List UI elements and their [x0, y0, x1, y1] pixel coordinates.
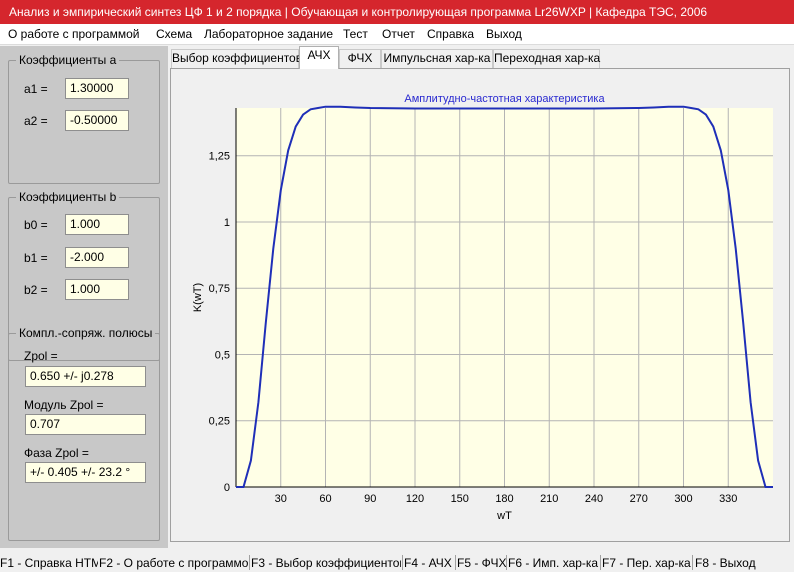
- a1-field[interactable]: 1.30000: [65, 78, 129, 99]
- y-tick-label: 0,75: [209, 283, 230, 295]
- tab-impulse[interactable]: Импульсная хар-ка: [381, 49, 493, 68]
- a2-field[interactable]: -0.50000: [65, 110, 129, 131]
- y-tick-label: 1: [224, 217, 230, 229]
- afc-chart: 30 60 90 120 150 180 210 240 270 300 330 0 0,25 0,5 0,…: [192, 93, 773, 522]
- status-separator: [249, 555, 250, 570]
- chart-title: Амплитудно-частотная характеристика: [404, 93, 605, 105]
- status-separator: [455, 555, 456, 570]
- b1-field[interactable]: -2.000: [65, 247, 129, 268]
- x-tick-label: 60: [319, 493, 331, 505]
- window-title: Анализ и эмпирический синтез ЦФ 1 и 2 по…: [0, 0, 794, 24]
- x-tick-label: 30: [275, 493, 287, 505]
- status-f7-step[interactable]: F7 - Пер. хар-ка: [602, 556, 692, 570]
- status-f4-afc[interactable]: F4 - АЧХ: [404, 556, 454, 570]
- tab-coefficients[interactable]: Выбор коэффициентов: [171, 49, 302, 68]
- menu-lab-task[interactable]: Лабораторное задание: [204, 27, 333, 41]
- left-panel: Коэффициенты a a1 = 1.30000 a2 = -0.5000…: [0, 46, 168, 548]
- menu-report[interactable]: Отчет: [382, 27, 415, 41]
- x-tick-label: 120: [406, 493, 424, 505]
- menu-test[interactable]: Тест: [343, 27, 368, 41]
- chart-panel: 30 60 90 120 150 180 210 240 270 300 330 0 0,25 0,5 0,…: [170, 68, 790, 542]
- b0-field[interactable]: 1.000: [65, 214, 129, 235]
- y-tick-label: 0: [224, 482, 230, 494]
- x-tick-label: 330: [719, 493, 737, 505]
- x-tick-label: 240: [585, 493, 603, 505]
- modul-field[interactable]: 0.707: [25, 414, 146, 435]
- x-axis-label: wT: [496, 510, 512, 522]
- menu-help[interactable]: Справка: [427, 27, 474, 41]
- b2-label: b2 =: [24, 283, 48, 297]
- menu-bar: О работе с программой Схема Лабораторное…: [0, 24, 794, 45]
- b1-label: b1 =: [24, 251, 48, 265]
- status-f2-about[interactable]: F2 - О работе с программой: [99, 556, 250, 570]
- tab-step[interactable]: Переходная хар-ка: [493, 49, 600, 68]
- poles-title: Компл.-сопряж. полюсы: [16, 326, 156, 340]
- status-f6-impulse[interactable]: F6 - Имп. хар-ка: [508, 556, 600, 570]
- b2-field[interactable]: 1.000: [65, 279, 129, 300]
- x-tick-label: 150: [451, 493, 469, 505]
- phase-label: Фаза Zpol =: [24, 446, 89, 460]
- status-bar: F1 - Справка HTML F2 - О работе с програ…: [0, 553, 794, 572]
- status-separator: [692, 555, 693, 570]
- x-tick-label: 300: [674, 493, 692, 505]
- tab-afc[interactable]: АЧХ: [299, 46, 339, 69]
- status-f3-coefficients[interactable]: F3 - Выбор коэффициентов: [251, 556, 401, 570]
- phase-field[interactable]: +/- 0.405 +/- 23.2 °: [25, 462, 146, 483]
- zpol-label: Zpol =: [24, 349, 58, 363]
- status-f5-pfc[interactable]: F5 - ФЧХ: [457, 556, 507, 570]
- menu-exit[interactable]: Выход: [486, 27, 522, 41]
- tab-pfc[interactable]: ФЧХ: [339, 49, 381, 68]
- zpol-field[interactable]: 0.650 +/- j0.278: [25, 366, 146, 387]
- b0-label: b0 =: [24, 218, 48, 232]
- status-separator: [506, 555, 507, 570]
- status-separator: [600, 555, 601, 570]
- menu-scheme[interactable]: Схема: [156, 27, 192, 41]
- poles-group: [8, 333, 160, 541]
- modul-label: Модуль Zpol =: [24, 398, 104, 412]
- status-separator: [402, 555, 403, 570]
- x-tick-label: 180: [495, 493, 513, 505]
- y-tick-label: 1,25: [209, 151, 230, 163]
- status-f1-help[interactable]: F1 - Справка HTML: [0, 556, 98, 570]
- tab-strip: Выбор коэффициентов АЧХ ФЧХ Импульсная х…: [168, 46, 794, 69]
- menu-about[interactable]: О работе с программой: [8, 27, 139, 41]
- a2-label: a2 =: [24, 114, 48, 128]
- y-tick-label: 0,5: [215, 349, 230, 361]
- a1-label: a1 =: [24, 82, 48, 96]
- x-tick-label: 90: [364, 493, 376, 505]
- y-axis-label: K(wT): [192, 283, 204, 312]
- status-f8-exit[interactable]: F8 - Выход: [695, 556, 794, 570]
- y-tick-label: 0,25: [209, 416, 230, 428]
- x-tick-label: 270: [630, 493, 648, 505]
- x-tick-label: 210: [540, 493, 558, 505]
- coef-b-title: Коэффициенты b: [16, 190, 120, 204]
- coef-a-title: Коэффициенты a: [16, 53, 120, 67]
